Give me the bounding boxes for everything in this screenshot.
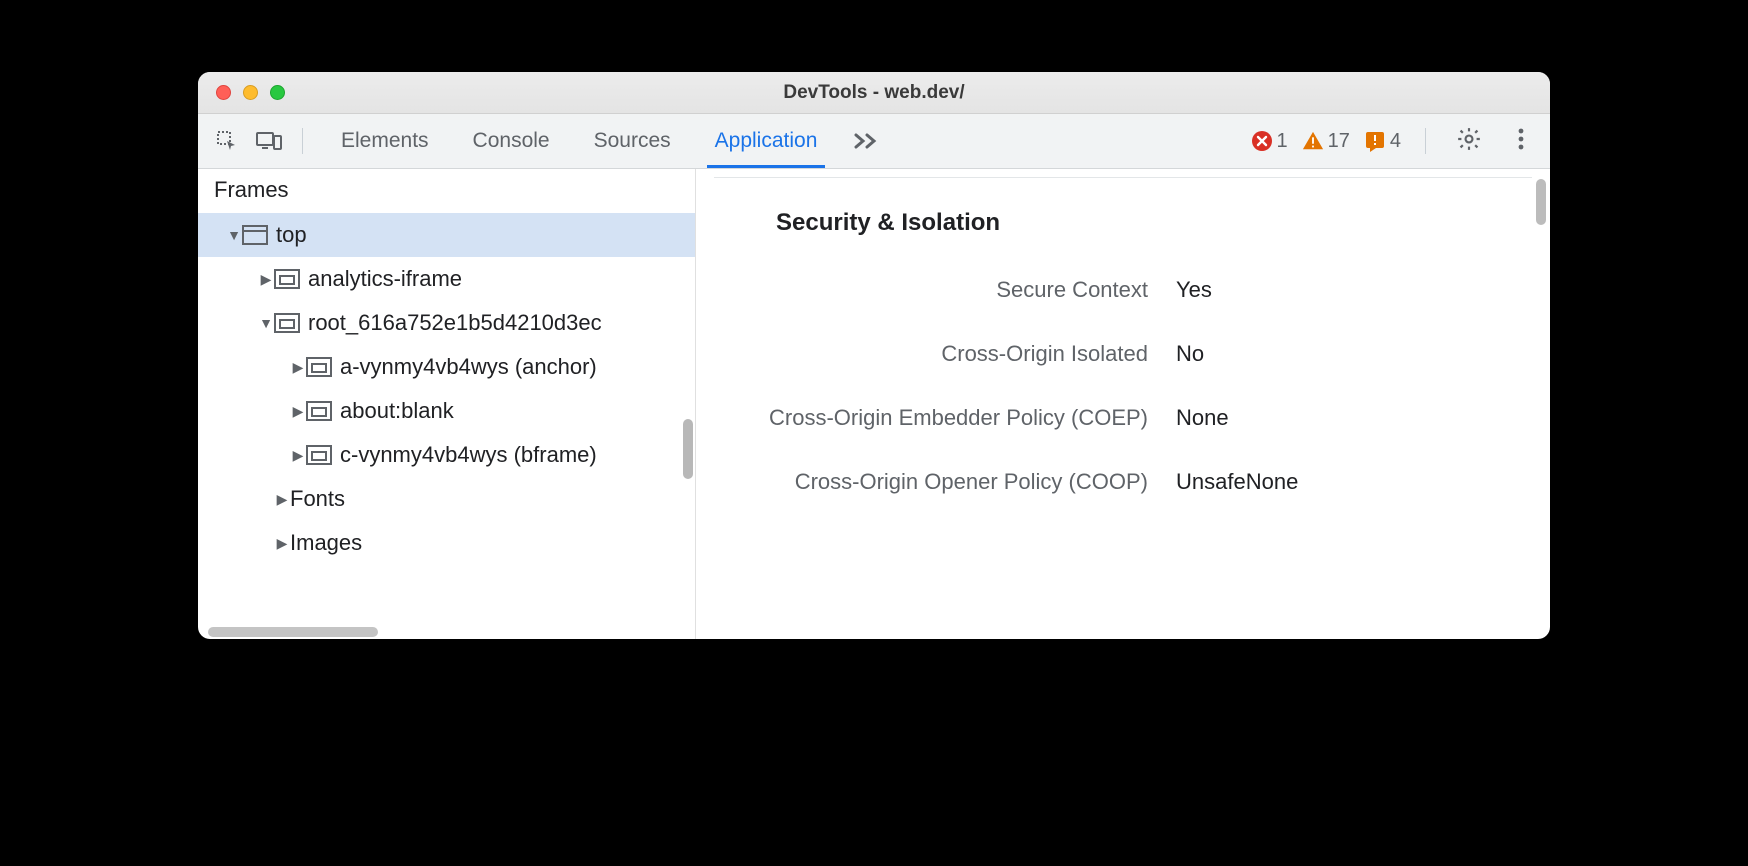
more-tabs-button[interactable] xyxy=(839,114,893,168)
errors-indicator[interactable]: 1 xyxy=(1251,130,1288,153)
iframe-icon xyxy=(274,313,300,333)
chevron-right-icon[interactable]: ▶ xyxy=(274,491,290,508)
detail-label: Cross-Origin Embedder Policy (COEP) xyxy=(696,405,1176,431)
tab-elements[interactable]: Elements xyxy=(319,114,451,168)
chevron-down-icon[interactable]: ▼ xyxy=(258,315,274,331)
chevron-right-icon[interactable]: ▶ xyxy=(258,271,274,288)
gear-icon xyxy=(1456,126,1482,157)
tree-item-top[interactable]: ▼ top xyxy=(198,213,695,257)
detail-value: None xyxy=(1176,405,1229,431)
errors-count: 1 xyxy=(1277,130,1288,153)
zoom-window-button[interactable] xyxy=(270,85,285,100)
titlebar[interactable]: DevTools - web.dev/ xyxy=(198,72,1550,114)
iframe-icon xyxy=(306,401,332,421)
toolbar-left xyxy=(208,122,313,160)
tree-label: Images xyxy=(290,530,362,556)
iframe-icon xyxy=(274,269,300,289)
details-vertical-scrollbar[interactable] xyxy=(1536,179,1546,225)
detail-row: Cross-Origin Opener Policy (COOP) Unsafe… xyxy=(696,469,1520,495)
detail-label: Cross-Origin Isolated xyxy=(696,341,1176,367)
tree-label: Fonts xyxy=(290,486,345,512)
toolbar-divider xyxy=(1425,128,1426,154)
detail-label: Cross-Origin Opener Policy (COOP) xyxy=(696,469,1176,495)
frame-details-panel: Security & Isolation Secure Context Yes … xyxy=(696,169,1550,639)
sidebar-horizontal-scrollbar[interactable] xyxy=(208,627,378,637)
detail-row: Cross-Origin Isolated No xyxy=(696,341,1520,367)
tree-label: top xyxy=(276,222,307,248)
chevron-right-icon[interactable]: ▶ xyxy=(290,359,306,376)
settings-button[interactable] xyxy=(1450,122,1488,160)
minimize-window-button[interactable] xyxy=(243,85,258,100)
inspect-element-icon[interactable] xyxy=(208,122,246,160)
tree-item-analytics-iframe[interactable]: ▶ analytics-iframe xyxy=(198,257,695,301)
sidebar-heading: Frames xyxy=(198,169,695,213)
toolbar-right: 1 17 4 xyxy=(1251,122,1541,160)
chevron-right-icon[interactable]: ▶ xyxy=(274,535,290,552)
close-window-button[interactable] xyxy=(216,85,231,100)
device-toolbar-icon[interactable] xyxy=(250,122,288,160)
tree-label: root_616a752e1b5d4210d3ec xyxy=(308,310,602,336)
more-options-button[interactable] xyxy=(1502,122,1540,160)
frames-sidebar: Frames ▼ top ▶ analytics-iframe xyxy=(198,169,696,639)
tree-label: about:blank xyxy=(340,398,454,424)
frame-icon xyxy=(242,225,268,245)
tree-label: a-vynmy4vb4wys (anchor) xyxy=(340,354,597,380)
chevron-right-icon[interactable]: ▶ xyxy=(290,447,306,464)
detail-row: Cross-Origin Embedder Policy (COEP) None xyxy=(696,405,1520,431)
tab-sources[interactable]: Sources xyxy=(572,114,693,168)
content-area: Frames ▼ top ▶ analytics-iframe xyxy=(198,169,1550,639)
tree-item-images[interactable]: ▶ Images xyxy=(198,521,695,565)
detail-label: Secure Context xyxy=(696,277,1176,303)
chevron-right-icon[interactable]: ▶ xyxy=(290,403,306,420)
toolbar-divider xyxy=(302,128,303,154)
traffic-lights xyxy=(198,85,285,100)
kebab-icon xyxy=(1517,127,1525,156)
iframe-icon xyxy=(306,357,332,377)
window-title: DevTools - web.dev/ xyxy=(198,82,1550,104)
detail-value: Yes xyxy=(1176,277,1212,303)
details-divider xyxy=(714,177,1532,178)
tab-console[interactable]: Console xyxy=(451,114,572,168)
detail-row: Secure Context Yes xyxy=(696,277,1520,303)
frames-tree: ▼ top ▶ analytics-iframe ▼ xyxy=(198,213,695,639)
warnings-indicator[interactable]: 17 xyxy=(1302,130,1350,153)
tree-item-bframe[interactable]: ▶ c-vynmy4vb4wys (bframe) xyxy=(198,433,695,477)
issues-indicator[interactable]: 4 xyxy=(1364,130,1401,153)
tab-application[interactable]: Application xyxy=(693,114,840,168)
warning-icon xyxy=(1302,130,1324,152)
tree-label: c-vynmy4vb4wys (bframe) xyxy=(340,442,597,468)
tree-item-fonts[interactable]: ▶ Fonts xyxy=(198,477,695,521)
details-heading: Security & Isolation xyxy=(776,209,1520,237)
panel-tabs: Elements Console Sources Application xyxy=(319,114,893,168)
tree-item-about-blank[interactable]: ▶ about:blank xyxy=(198,389,695,433)
iframe-icon xyxy=(306,445,332,465)
tree-item-anchor-iframe[interactable]: ▶ a-vynmy4vb4wys (anchor) xyxy=(198,345,695,389)
main-toolbar: Elements Console Sources Application 1 xyxy=(198,114,1550,169)
devtools-window: DevTools - web.dev/ Elements Console xyxy=(198,72,1550,639)
chevron-down-icon[interactable]: ▼ xyxy=(226,227,242,243)
tree-item-root-iframe[interactable]: ▼ root_616a752e1b5d4210d3ec xyxy=(198,301,695,345)
sidebar-vertical-scrollbar[interactable] xyxy=(683,419,693,479)
warnings-count: 17 xyxy=(1328,130,1350,153)
detail-value: No xyxy=(1176,341,1204,367)
detail-value: UnsafeNone xyxy=(1176,469,1298,495)
error-icon xyxy=(1251,130,1273,152)
issues-count: 4 xyxy=(1390,130,1401,153)
issues-icon xyxy=(1364,130,1386,152)
tree-label: analytics-iframe xyxy=(308,266,462,292)
